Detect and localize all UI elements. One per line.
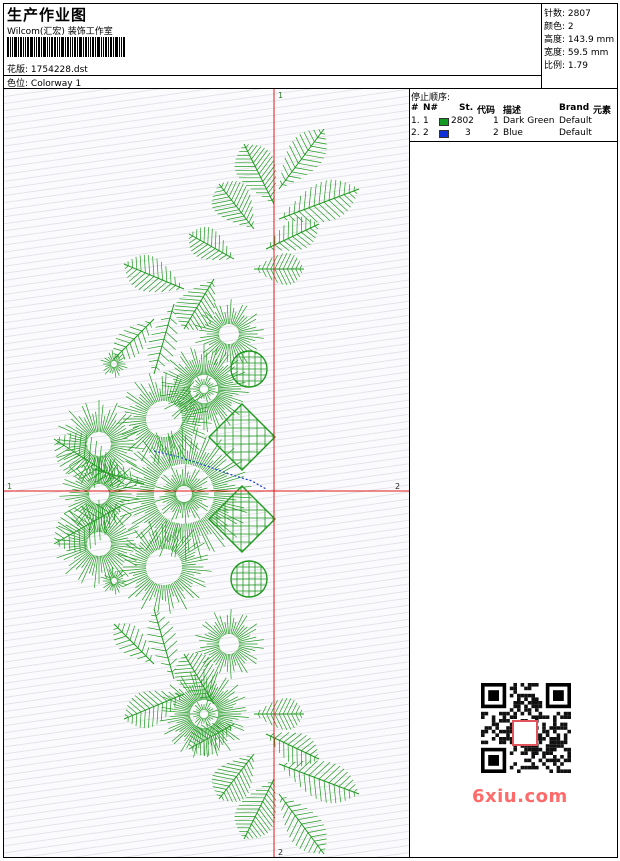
col-needle: N#	[423, 103, 439, 113]
header-divider	[4, 75, 541, 76]
stop-row: 2. 2 3 2 Blue Default	[411, 128, 592, 138]
watermark-text: 6xiu.com	[472, 786, 568, 807]
axis-label-left: 1	[7, 482, 12, 491]
stat-stitches: 针数: 2807	[544, 9, 591, 19]
stat-colors: 颜色: 2	[544, 22, 574, 32]
red-seal-icon	[512, 720, 538, 746]
col-description: 描述	[503, 106, 522, 116]
stop-sequence-label: 停止顺序:	[411, 93, 451, 103]
axis-label-top: 1	[278, 91, 283, 100]
design-file-line: 花版: 1754228.dst	[7, 62, 88, 75]
color-swatch-blue	[439, 130, 449, 138]
barcode	[7, 37, 147, 57]
color-swatch-green	[439, 118, 449, 126]
stop-table-bottom	[409, 141, 617, 142]
embroidery-design: 1 2 1 2	[4, 89, 409, 857]
embroidery-design-area: 1 2 1 2	[4, 89, 410, 857]
stat-height: 高度: 143.9 mm	[544, 35, 615, 45]
header-left: 生产作业图 Wilcom(汇宏) 装饰工作室 花版: 1754228.dst 色…	[4, 4, 541, 89]
axis-label-bottom: 2	[278, 848, 283, 857]
design-file-label: 花版:	[7, 65, 29, 75]
stats-box: 针数: 2807 颜色: 2 高度: 143.9 mm 宽度: 59.5 mm …	[541, 4, 618, 89]
col-num: #	[411, 103, 419, 113]
col-code: 代码	[477, 106, 496, 116]
stop-sequence-header: # N# St. 代码 描述 Brand 元素	[409, 103, 617, 116]
stat-width: 宽度: 59.5 mm	[544, 48, 609, 58]
sheet-title: 生产作业图	[7, 6, 88, 24]
col-stitches: St.	[459, 103, 474, 113]
col-brand: Brand	[559, 103, 590, 113]
company-name: Wilcom(汇宏) 装饰工作室	[7, 27, 113, 37]
stat-scale: 比例: 1.79	[544, 61, 588, 71]
axis-label-right: 2	[395, 482, 400, 491]
col-element: 元素	[593, 106, 612, 116]
design-file-value: 1754228.dst	[30, 65, 88, 75]
stop-row: 1. 1 2802 1 Dark Green Default	[411, 116, 592, 126]
